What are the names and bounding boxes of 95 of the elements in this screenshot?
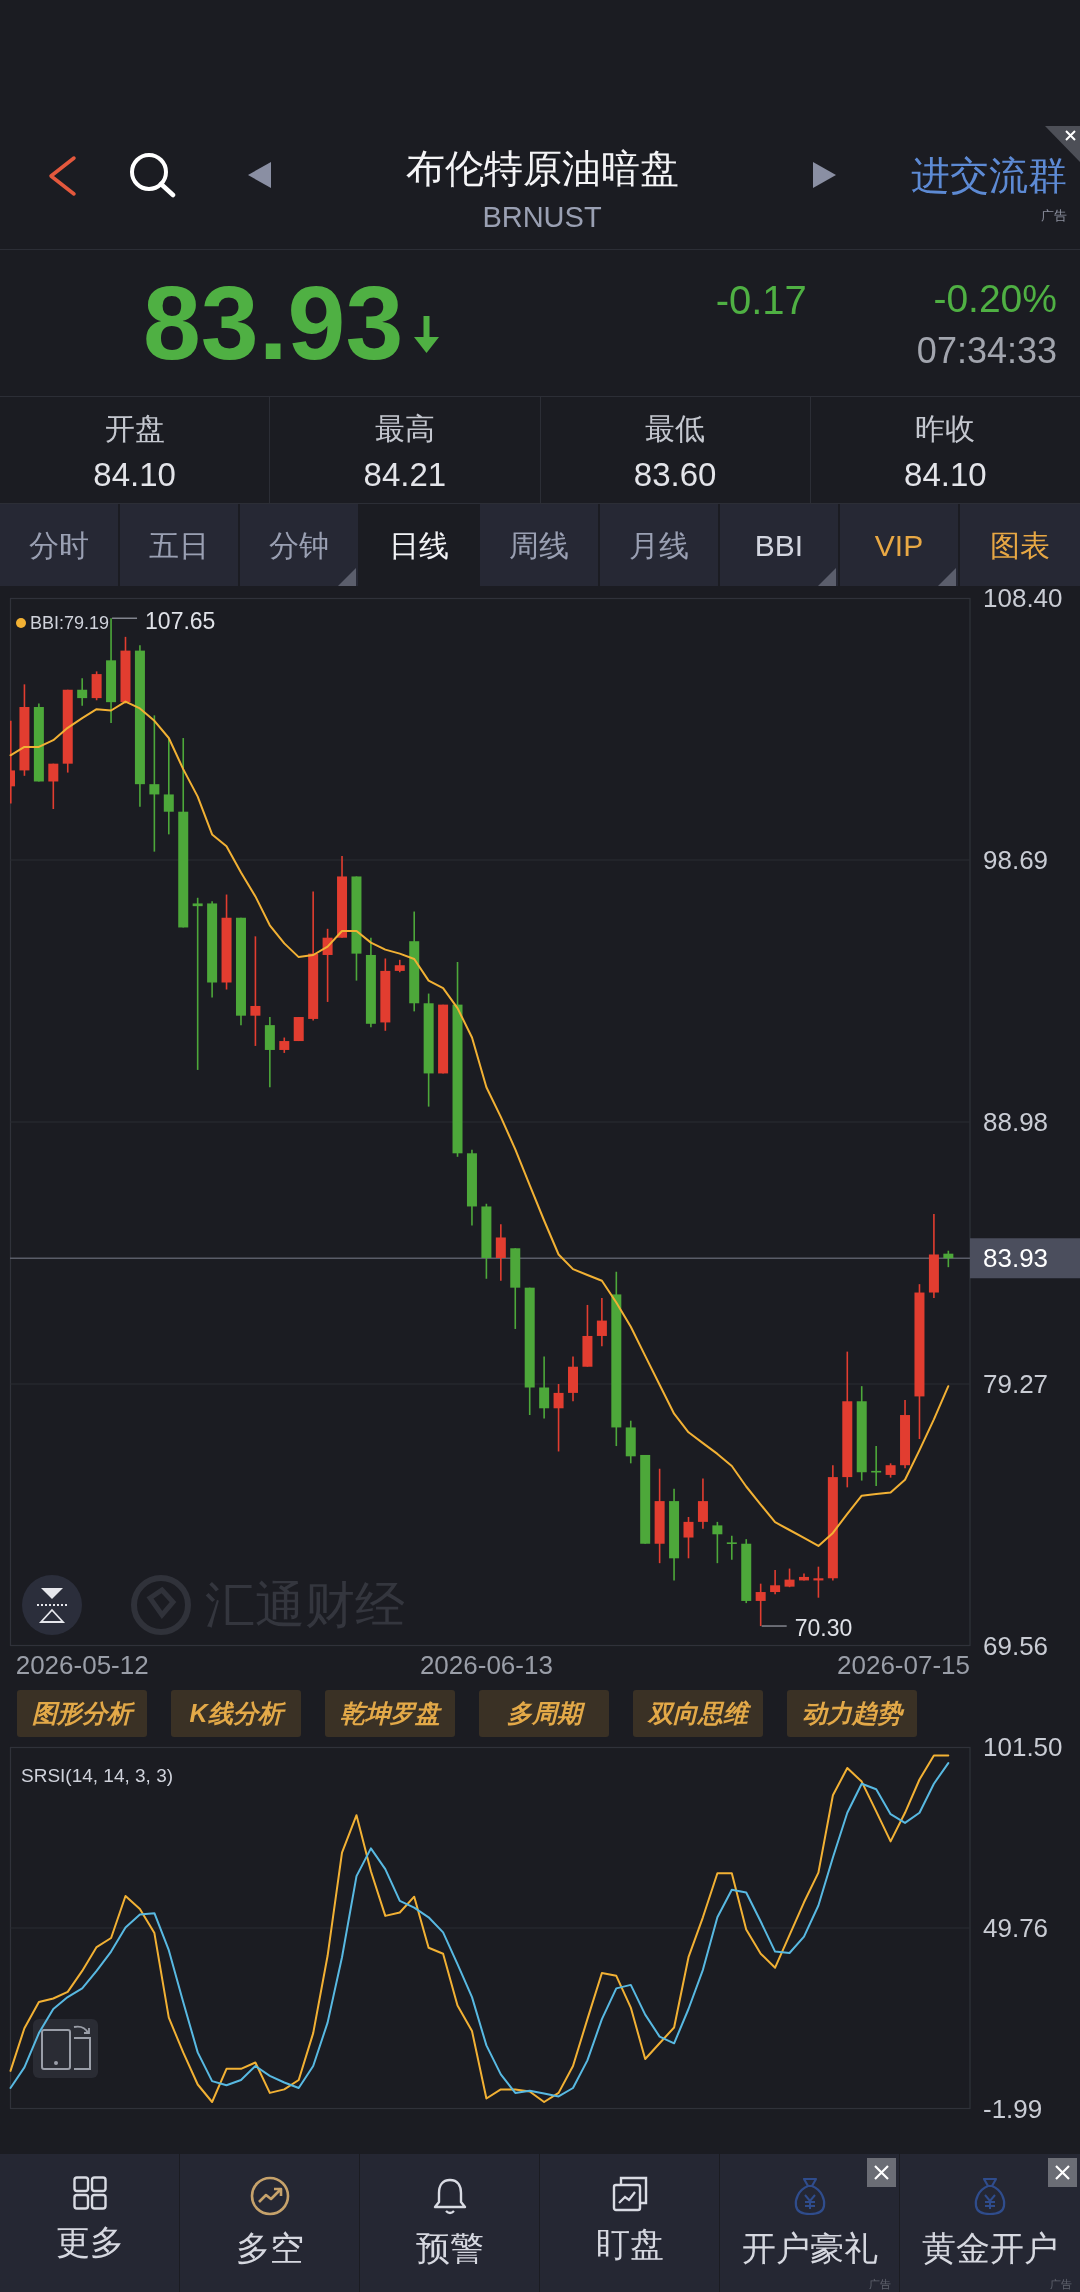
date-label: 2026-06-13 [419,1650,553,1680]
tab[interactable]: BBI [720,504,840,586]
candlestick [582,1304,593,1368]
candlestick [48,762,59,810]
tool-button[interactable]: 图形分析 [17,1690,147,1737]
candlestick [900,1399,911,1469]
stat-value: 84.10 [904,455,987,495]
tab[interactable]: 图表 [960,504,1080,586]
nav-button[interactable]: 盯盘 [540,2154,719,2292]
high-price-label: 107.65 [145,608,216,635]
candlestick [770,1569,781,1595]
candlestick [799,1572,809,1582]
candlestick [495,1223,506,1282]
axis-label: 69.56 [983,1631,1049,1661]
price-tag: 83.93 [970,1238,1080,1279]
tool-button[interactable]: 多周期 [479,1690,609,1737]
stat-value: 84.10 [93,455,176,495]
tab[interactable]: 分时 [0,504,120,586]
price-change: -0.17 [715,277,807,324]
tool-button[interactable]: K线分析 [171,1690,301,1737]
axis-label: 49.76 [983,1913,1049,1943]
candlestick [784,1567,795,1588]
tab[interactable]: VIP [840,504,960,586]
candlestick [394,959,405,974]
candlestick [120,636,131,705]
candlestick [293,1016,304,1042]
bbi-legend: BBI:79.19 [30,613,110,633]
instrument-title: 布伦特原油暗盘 [405,146,679,192]
hourglass-icon[interactable] [22,1575,82,1635]
stat-label: 昨收 [915,411,976,447]
stat-value: 84.21 [363,455,447,495]
candlestick [438,1003,449,1075]
ref-line-label: 83.93 [983,1243,1049,1274]
axis-label: 98.69 [983,845,1049,875]
right-triangle-icon[interactable] [813,162,836,188]
candlestick [279,1036,290,1054]
low-price-label: 70.30 [794,1615,853,1642]
legend-dot-icon [16,618,26,628]
tool-button[interactable]: 双向思维 [633,1690,763,1737]
money-bag-icon [972,2176,1008,2216]
candlestick [712,1521,723,1564]
phone-rotate-icon[interactable] [33,2019,98,2078]
watermark-logo-icon [131,1575,191,1635]
candlestick [568,1355,578,1403]
axis-label: 101.50 [983,1732,1063,1762]
candlestick [697,1477,708,1530]
candlestick [553,1383,564,1453]
candlestick [943,1249,954,1268]
tool-button[interactable]: 动力趋势 [787,1690,917,1737]
nav-button[interactable]: 多空 [180,2154,359,2292]
candlestick [726,1534,737,1561]
candlestick [596,1297,607,1347]
percent-change: -0.20% [933,276,1057,322]
date-label: 2026-05-12 [15,1650,149,1680]
quote-time: 07:34:33 [916,328,1057,372]
ad-label: 广告 [1041,207,1067,224]
leader-line [760,1625,788,1627]
tab[interactable]: 五日 [120,504,240,586]
nav-button[interactable]: 更多 [0,2154,179,2292]
last-price: 83.93 [143,271,404,375]
candlestick [885,1462,896,1479]
nav-button[interactable]: 预警 [360,2154,539,2292]
candlestick [741,1538,752,1604]
candlestick [539,1355,550,1420]
stat-label: 开盘 [104,411,165,447]
leader-line [111,617,138,619]
tab[interactable]: 月线 [600,504,720,586]
search-icon[interactable] [129,152,176,198]
instrument-code: BRNUST [482,199,602,235]
candlestick [264,1016,275,1088]
stat-value: 83.60 [633,455,717,495]
trend-circle-icon [249,2176,290,2216]
candlestick [813,1565,824,1599]
tool-button[interactable]: 乾坤罗盘 [325,1690,455,1737]
tab[interactable]: 周线 [480,504,600,586]
stat-label: 最高 [374,411,435,447]
candlestick [625,1419,636,1465]
left-triangle-icon[interactable] [248,162,271,188]
axis-label: -1.99 [983,2094,1043,2124]
chart-frame-icon [611,2176,648,2212]
candlestick [683,1516,694,1560]
axis-label: 79.27 [983,1369,1049,1399]
axis-label: 88.98 [983,1107,1049,1137]
axis-label: 108.40 [983,583,1063,613]
candlestick [755,1582,766,1627]
stat-label: 最低 [645,411,706,447]
back-icon[interactable] [47,155,77,197]
date-label: 2026-07-15 [837,1650,970,1680]
promo-link[interactable]: 进交流群 [911,153,1067,200]
tab[interactable]: 分钟 [240,504,360,586]
candlestick [91,670,102,702]
candlestick [77,677,88,707]
grid-icon [72,2176,107,2210]
candlestick [871,1445,882,1487]
srsi-legend: SRSI(14, 14, 3, 3) [21,1764,174,1786]
